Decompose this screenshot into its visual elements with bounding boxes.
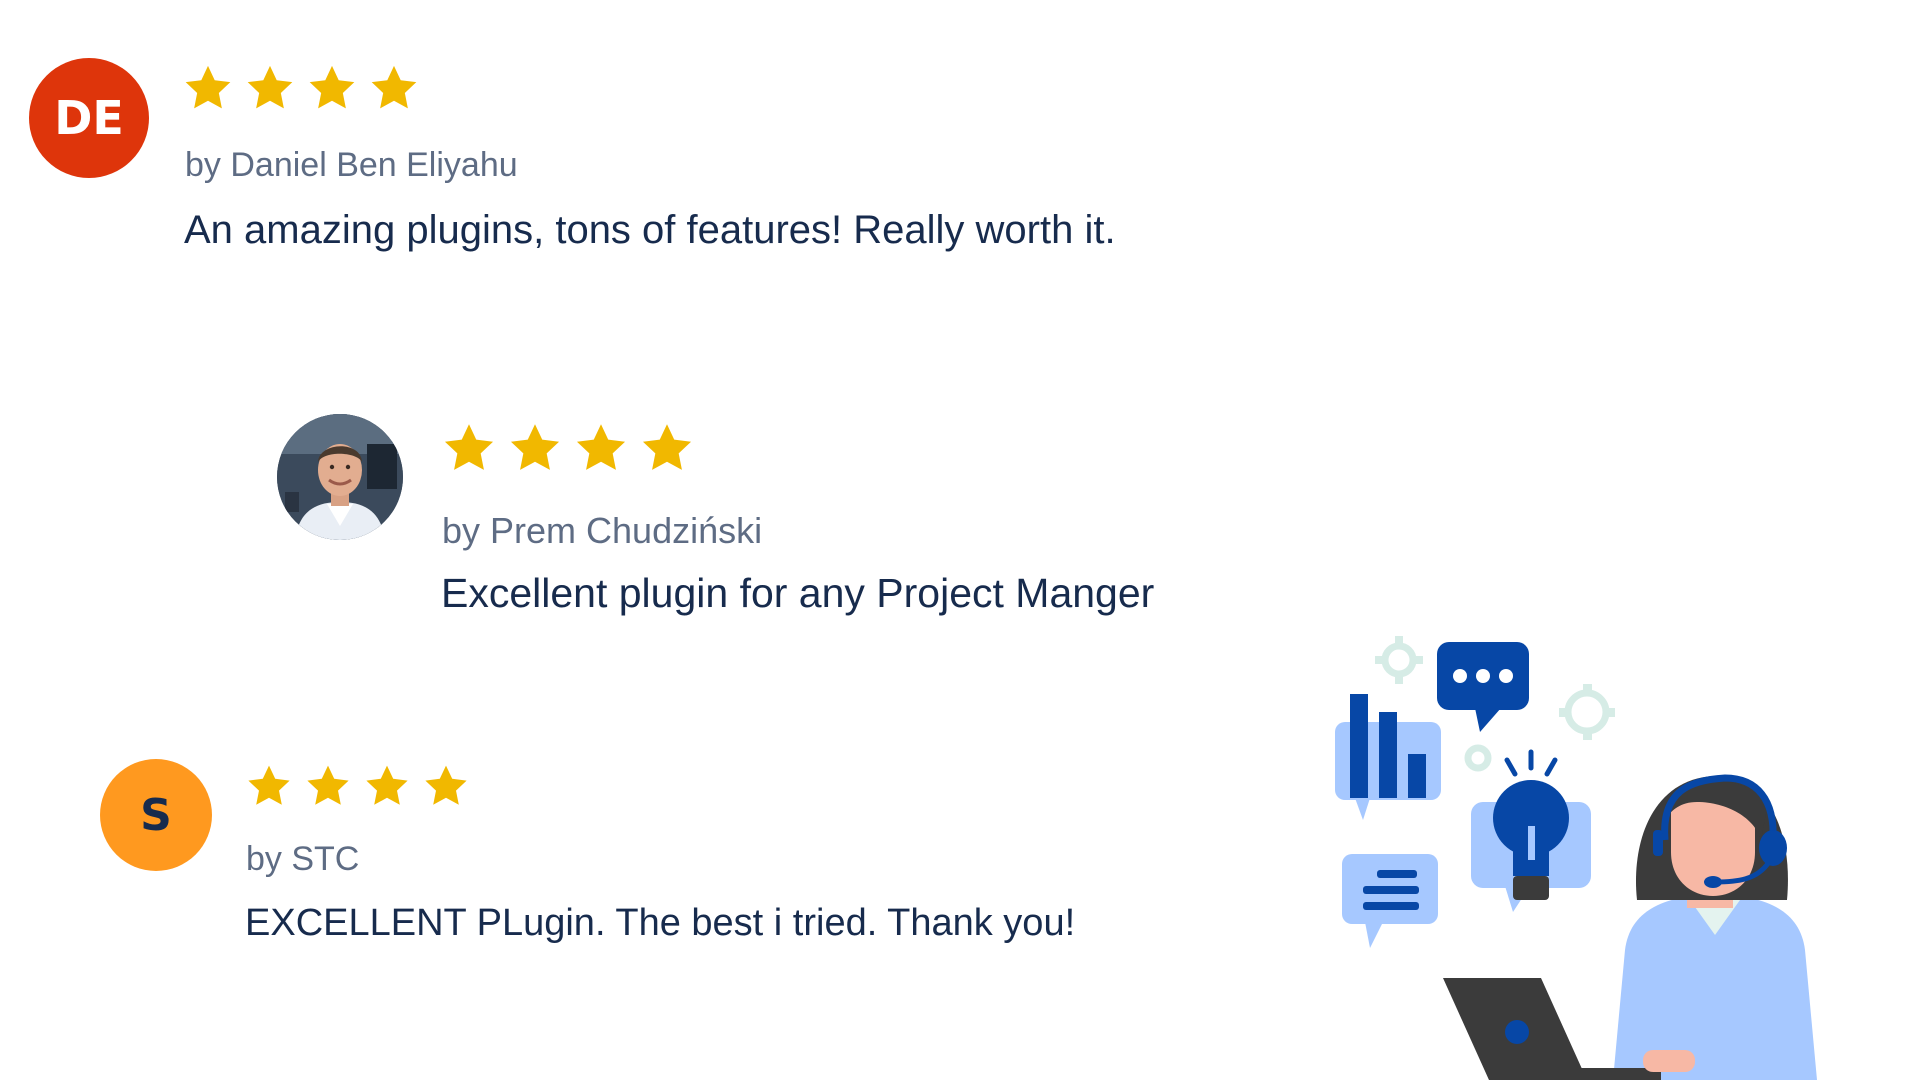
star-icon (248, 765, 290, 805)
star-rating (245, 762, 481, 810)
person-photo-icon (277, 414, 403, 540)
avatar-initials: S (140, 789, 172, 841)
avatar: DE (29, 58, 149, 178)
star-icon (510, 424, 560, 470)
star-icon (425, 765, 467, 805)
support-agent-person (1613, 774, 1817, 1080)
review-text: An amazing plugins, tons of features! Re… (184, 208, 1116, 252)
bar-chart-bubble-icon (1335, 694, 1441, 820)
star-icon (309, 65, 355, 109)
support-agent-illustration (1335, 636, 1817, 1080)
star-icon (371, 65, 417, 109)
star-icon (247, 65, 293, 109)
star-icon (444, 424, 494, 470)
chat-bubble-icon (1437, 642, 1529, 732)
review-text: Excellent plugin for any Project Manger (441, 570, 1155, 616)
avatar-photo (277, 414, 403, 540)
star-icon (642, 424, 692, 470)
avatar: S (100, 759, 212, 871)
reviews-page: DE by Daniel Ben Eliyahu An amazing plug… (0, 0, 1920, 1080)
star-icon (185, 65, 231, 109)
review-author: by Daniel Ben Eliyahu (185, 146, 518, 184)
avatar-initials: DE (54, 91, 124, 145)
star-icon (576, 424, 626, 470)
lightbulb-bubble-icon (1471, 749, 1591, 912)
review-author: by STC (246, 840, 360, 878)
star-rating (182, 62, 430, 114)
message-bubble-icon (1342, 854, 1438, 948)
star-rating (441, 420, 705, 476)
star-icon (307, 765, 349, 805)
review-author: by Prem Chudziński (442, 510, 763, 551)
review-text: EXCELLENT PLugin. The best i tried. Than… (245, 902, 1076, 944)
star-icon (366, 765, 408, 805)
